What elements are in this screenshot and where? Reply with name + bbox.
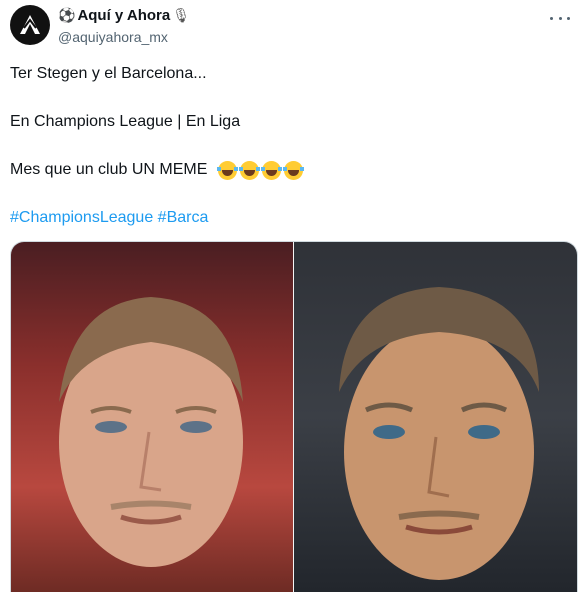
hashtags-link[interactable]: #ChampionsLeague #Barca — [10, 208, 208, 228]
tweet-media[interactable] — [10, 241, 578, 592]
tweet-text-line-3-label: Mes que un club UN MEME — [10, 161, 208, 178]
player-photo-champions[interactable] — [11, 242, 293, 592]
more-options-icon[interactable] — [550, 10, 570, 26]
player-photo-liga[interactable] — [294, 242, 577, 592]
display-name[interactable]: Aquí y Ahora — [77, 7, 170, 24]
handle[interactable]: @aquiyahora_mx — [58, 29, 168, 45]
laughing-emoji-icon — [239, 160, 261, 180]
face-illustration-left — [59, 297, 243, 567]
soccer-ball-icon: ⚽ — [58, 7, 76, 24]
laughing-emoji-icon — [261, 160, 283, 180]
laughing-emoji-icon — [217, 160, 239, 180]
avatar[interactable] — [10, 5, 50, 45]
tweet-text-line-1: Ter Stegen y el Barcelona... — [10, 65, 207, 82]
logo-icon — [20, 15, 40, 34]
tweet-text-line-2: En Champions League | En Liga — [10, 113, 241, 130]
laughing-emoji-icon — [283, 160, 305, 180]
tweet-text-line-3: Mes que un club UN MEME — [10, 160, 305, 180]
face-illustration-right — [339, 287, 539, 580]
microphone-icon: 🎙 — [172, 7, 191, 24]
author-name-row[interactable]: ⚽ Aquí y Ahora 🎙 — [58, 7, 190, 24]
